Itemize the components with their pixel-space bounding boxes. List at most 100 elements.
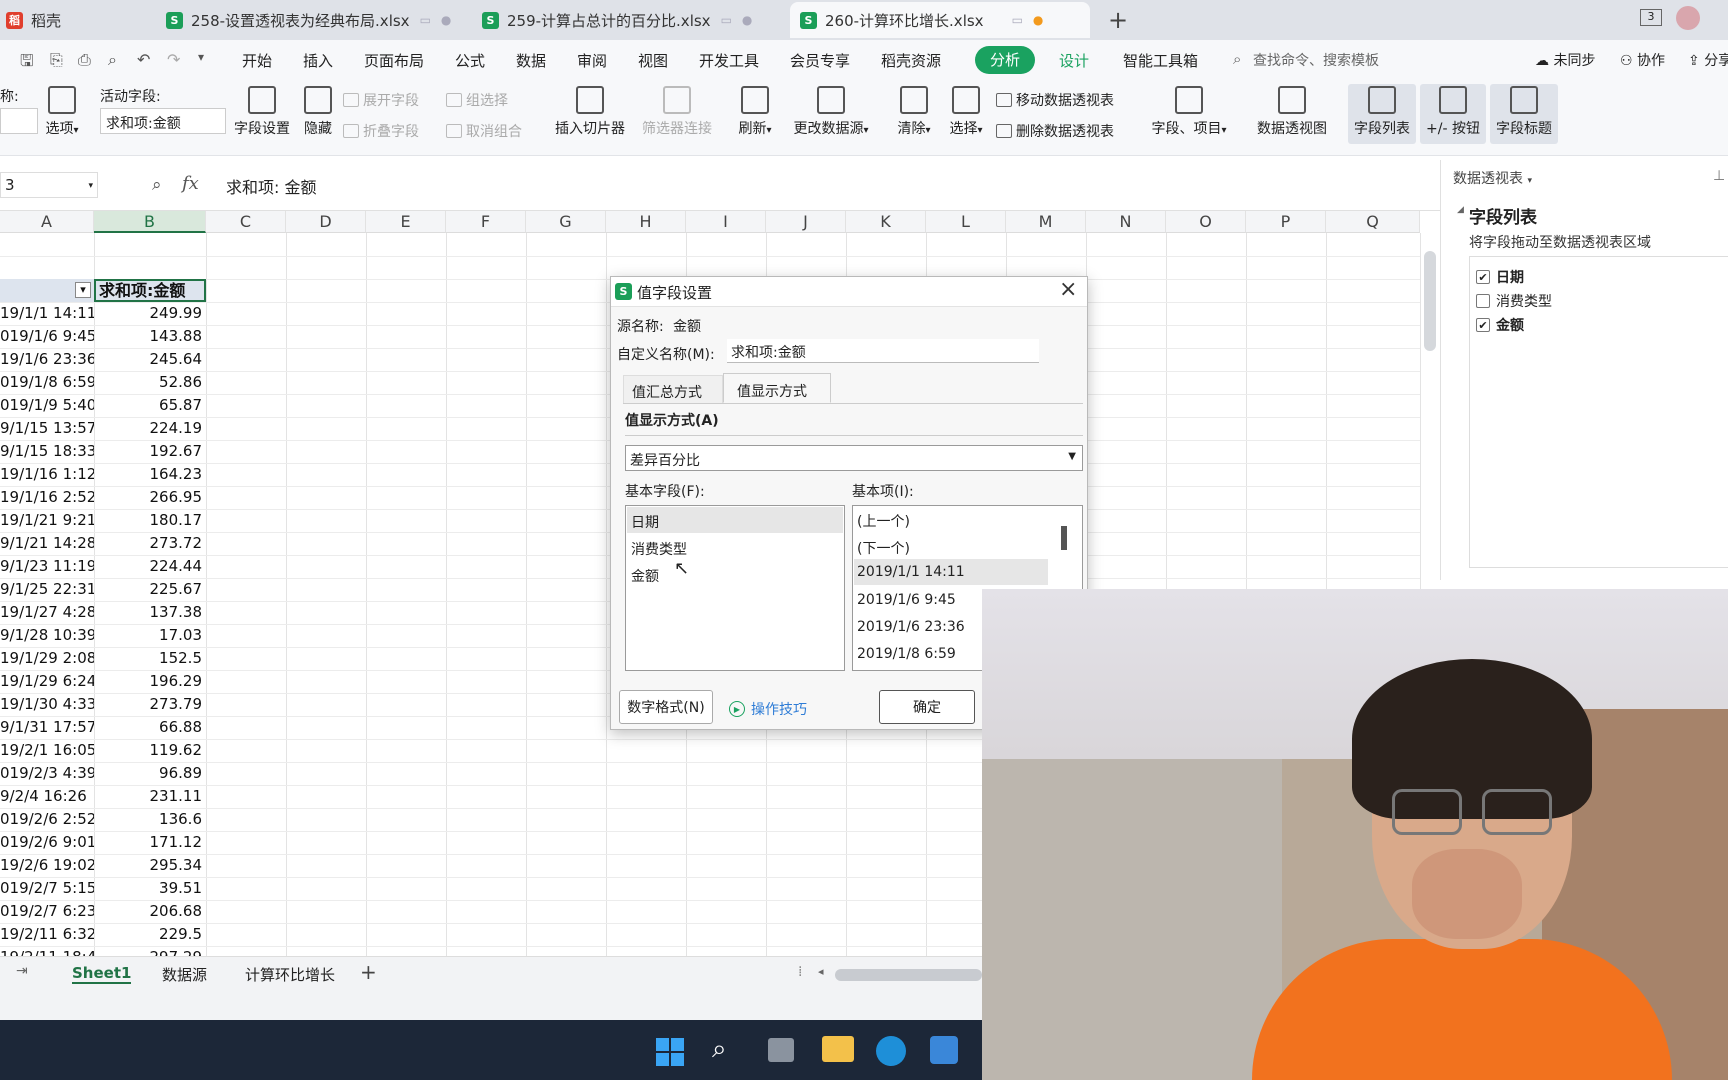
column-header-m[interactable]: M — [1006, 211, 1086, 233]
date-cell[interactable]: 019/2/6 9:01 — [0, 831, 94, 854]
ok-button[interactable]: 确定 — [879, 690, 975, 724]
column-header-k[interactable]: K — [846, 211, 926, 233]
monitor-icon[interactable]: ▭ — [1012, 13, 1023, 27]
task-view-icon[interactable] — [768, 1038, 794, 1062]
amount-cell[interactable]: 65.87 — [94, 394, 202, 417]
print-icon[interactable]: ⎙ — [78, 50, 91, 70]
tab-file-258[interactable]: S 258-设置透视表为经典布局.xlsx ▭ ● — [166, 2, 466, 38]
date-cell[interactable]: 19/1/29 2:08 — [0, 647, 94, 670]
ungroup-button[interactable]: 取消组合 — [446, 121, 522, 141]
sync-status[interactable]: ☁ 未同步 — [1535, 50, 1595, 70]
move-pivot-button[interactable]: 移动数据透视表 — [996, 90, 1114, 110]
menu-design[interactable]: 设计 — [1059, 50, 1089, 71]
amount-cell[interactable]: 206.68 — [94, 900, 203, 923]
column-header-e[interactable]: E — [366, 211, 446, 233]
date-cell[interactable]: 9/1/15 18:33 — [0, 440, 94, 463]
amount-cell[interactable]: 137.38 — [94, 601, 203, 624]
amount-cell[interactable]: 152.5 — [94, 647, 202, 670]
sheet-tab-source[interactable]: 数据源 — [162, 964, 207, 985]
column-header-h[interactable]: H — [606, 211, 686, 233]
sheet-tab-sheet1[interactable]: Sheet1 — [72, 964, 132, 984]
save-icon[interactable]: 🖫 — [20, 50, 34, 77]
column-header-p[interactable]: P — [1246, 211, 1326, 233]
amount-cell[interactable]: 136.6 — [94, 808, 202, 831]
date-cell[interactable]: 19/2/11 18:41 — [0, 946, 94, 956]
amount-cell[interactable]: 52.86 — [94, 371, 202, 394]
menu-insert[interactable]: 插入 — [303, 50, 333, 71]
tab-count-icon[interactable]: 3 — [1640, 9, 1662, 26]
date-cell[interactable]: 019/2/3 4:39 — [0, 762, 94, 785]
field-settings-button[interactable]: 字段设置 — [230, 86, 294, 138]
field-list-button[interactable]: 字段列表 — [1348, 84, 1416, 144]
horizontal-scrollbar[interactable] — [835, 969, 982, 981]
filter-connection-button[interactable]: 筛选器连接 — [638, 86, 716, 138]
refresh-button[interactable]: 刷新▾ — [734, 86, 776, 138]
vertical-scrollbar[interactable] — [1424, 251, 1436, 351]
date-cell[interactable]: 19/2/11 6:32 — [0, 923, 94, 946]
date-cell[interactable]: 9/1/21 14:28 — [0, 532, 94, 555]
customize-icon[interactable]: ▾ — [198, 50, 204, 64]
date-cell[interactable]: 9/2/4 16:26 — [0, 785, 94, 808]
date-cell[interactable]: 19/1/29 6:24 — [0, 670, 94, 693]
group-select-button[interactable]: 组选择 — [446, 90, 508, 110]
base-item[interactable]: 2019/1/1 14:11 — [854, 559, 1048, 585]
hide-button[interactable]: 隐藏 — [300, 86, 336, 138]
amount-cell[interactable]: 297.29 — [94, 946, 203, 956]
tab-summarize-by[interactable]: 值汇总方式 — [623, 375, 723, 403]
selected-cell-header[interactable]: 求和项:金额 — [94, 279, 206, 302]
tab-file-259[interactable]: S 259-计算占总计的百分比.xlsx ▭ ● — [482, 2, 777, 38]
date-cell[interactable]: 019/2/7 6:23 — [0, 900, 94, 923]
amount-cell[interactable]: 171.12 — [94, 831, 203, 854]
redo-icon[interactable]: ↷ — [167, 50, 180, 69]
menu-docer-resources[interactable]: 稻壳资源 — [881, 50, 941, 71]
filter-dropdown-icon[interactable]: ▾ — [75, 282, 91, 298]
base-field-item[interactable]: 日期 — [627, 507, 843, 533]
last-sheet-icon[interactable]: ⇥ — [16, 963, 28, 979]
date-cell[interactable]: 19/1/16 1:12 — [0, 463, 94, 486]
date-cell[interactable]: 19/1/30 4:33 — [0, 693, 94, 716]
date-cell[interactable]: 19/2/6 19:02 — [0, 854, 94, 877]
tab-file-260[interactable]: S 260-计算环比增长.xlsx ▭ ● — [790, 2, 1090, 38]
windows-start-icon[interactable] — [656, 1038, 684, 1066]
pivot-chart-button[interactable]: 数据透视图 — [1254, 86, 1330, 138]
menu-page-layout[interactable]: 页面布局 — [364, 50, 424, 71]
date-cell[interactable]: 019/1/8 6:59 — [0, 371, 94, 394]
search-icon[interactable]: ⌕ — [1233, 50, 1241, 68]
menu-analyze[interactable]: 分析 — [975, 46, 1036, 74]
base-field-item[interactable]: 金额 — [631, 566, 659, 586]
zoom-icon[interactable]: ⌕ — [152, 175, 162, 195]
date-cell[interactable]: 019/2/7 5:15 — [0, 877, 94, 900]
tab-docer[interactable]: 稻 稻壳 — [6, 2, 151, 38]
column-header-i[interactable]: I — [686, 211, 766, 233]
column-header-l[interactable]: L — [926, 211, 1006, 233]
field-item-date[interactable]: ✔ 日期 — [1476, 267, 1524, 287]
amount-cell[interactable]: 273.72 — [94, 532, 203, 555]
options-button[interactable]: 选项▾ — [42, 86, 82, 138]
delete-pivot-button[interactable]: 删除数据透视表 — [996, 121, 1114, 141]
amount-cell[interactable]: 224.19 — [94, 417, 203, 440]
amount-cell[interactable]: 196.29 — [94, 670, 203, 693]
sheet-tab-growth[interactable]: 计算环比增长 — [245, 964, 335, 985]
share-button[interactable]: ⇪ 分享 — [1688, 50, 1728, 70]
collab-button[interactable]: ⚇ 协作 — [1620, 50, 1665, 70]
custom-name-input[interactable]: 求和项:金额 — [727, 339, 1039, 363]
menu-data[interactable]: 数据 — [516, 50, 546, 71]
panel-header[interactable]: 数据透视表 ▾ — [1453, 168, 1532, 188]
export-icon[interactable]: ⎘ — [50, 50, 63, 70]
tips-link[interactable]: ▶ 操作技巧 — [729, 699, 807, 719]
clear-button[interactable]: 清除▾ — [893, 86, 935, 138]
column-header-n[interactable]: N — [1086, 211, 1166, 233]
undo-icon[interactable]: ↶ — [137, 50, 150, 69]
date-cell[interactable]: 019/1/9 5:40 — [0, 394, 94, 417]
date-cell[interactable]: 9/1/28 10:39 — [0, 624, 94, 647]
amount-cell[interactable]: 119.62 — [94, 739, 203, 762]
base-item[interactable]: 2019/1/6 23:36 — [857, 619, 965, 635]
date-cell[interactable]: 019/2/6 2:52 — [0, 808, 94, 831]
collapse-field-button[interactable]: 折叠字段 — [343, 121, 419, 141]
checkbox-unchecked-icon[interactable] — [1476, 294, 1490, 308]
date-cell[interactable]: 19/1/16 2:52 — [0, 486, 94, 509]
date-cell[interactable]: 019/1/6 9:45 — [0, 325, 94, 348]
amount-cell[interactable]: 229.5 — [94, 923, 202, 946]
user-avatar[interactable] — [1676, 6, 1700, 30]
column-header-q[interactable]: Q — [1326, 211, 1420, 233]
